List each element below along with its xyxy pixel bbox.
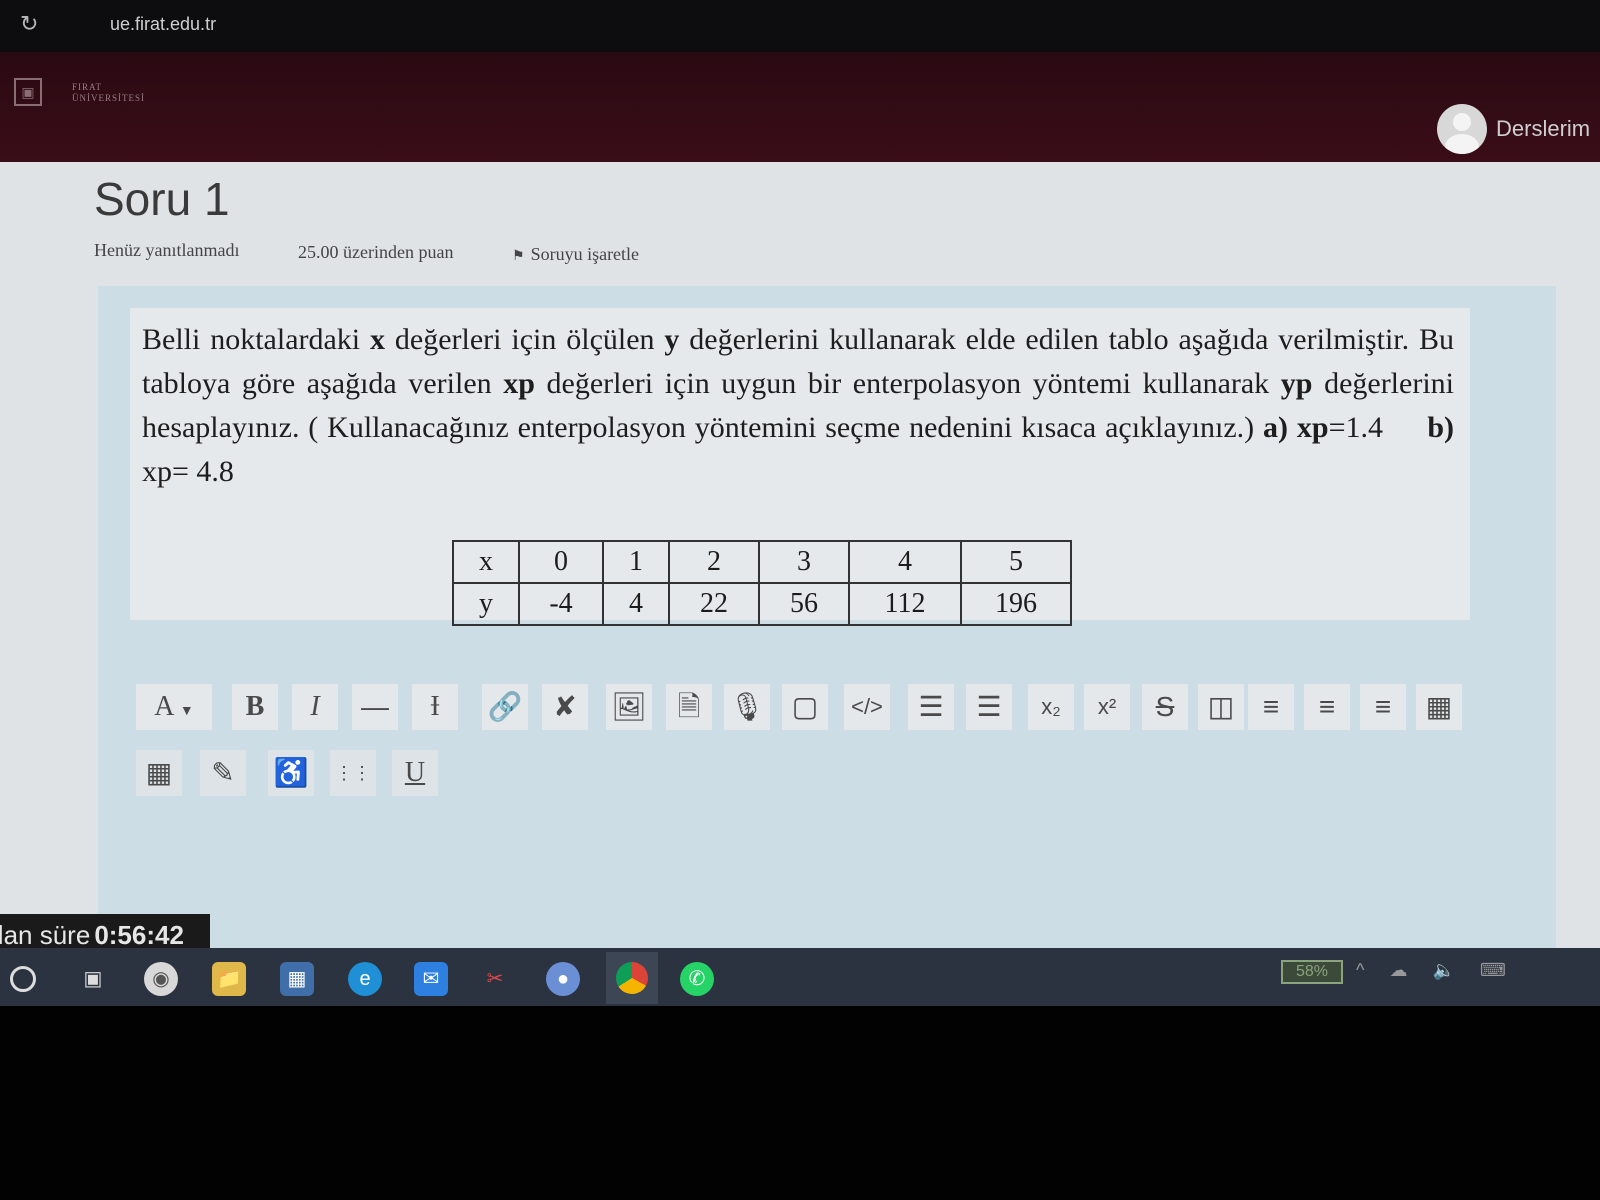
table-cell: -4 (518, 582, 604, 626)
table-cell: x (452, 540, 520, 584)
data-table: x 0 1 2 3 4 5 y -4 4 22 56 112 196 (452, 540, 1072, 626)
search-icon[interactable] (10, 966, 36, 992)
link-icon[interactable]: 🔗 (482, 684, 528, 730)
table-cell: 4 (602, 582, 670, 626)
battery-indicator[interactable]: 58% (1281, 960, 1343, 984)
user-avatar[interactable] (1437, 104, 1487, 154)
question-text-part: değerleri için uygun bir enterpolasyon y… (546, 367, 1270, 400)
image-icon[interactable]: 🖼 (606, 684, 652, 730)
flag-icon: ⚑ (512, 249, 525, 264)
microphone-icon[interactable]: 🎙 (724, 684, 770, 730)
part-a-variable: xp (1296, 411, 1329, 444)
table-cell: 5 (960, 540, 1072, 584)
calculator-icon[interactable]: ▦ (280, 962, 314, 996)
align-left-icon[interactable]: ≡ (1248, 684, 1294, 730)
align-center-icon[interactable]: ≡ (1304, 684, 1350, 730)
align-right-icon[interactable]: ≡ (1360, 684, 1406, 730)
table-cell: y (452, 582, 520, 626)
variable-xp: xp (503, 367, 535, 400)
logo-line-2: ÜNİVERSİTESİ (72, 93, 145, 103)
part-b-variable: xp (142, 455, 172, 488)
variable-y: y (664, 323, 680, 356)
special-characters-icon[interactable]: ⋮⋮ (330, 750, 376, 796)
site-header: ▣ FIRAT ÜNİVERSİTESİ Derslerim (0, 52, 1600, 162)
variable-yp: yp (1280, 367, 1313, 400)
question-text-box: Belli noktalardaki x değerleri için ölçü… (130, 308, 1470, 626)
table-row-y: y -4 4 22 56 112 196 (452, 582, 1072, 626)
html-code-icon[interactable]: </> (844, 684, 890, 730)
quiz-page: Soru 1 Henüz yanıtlanmadı 25.00 üzerinde… (0, 162, 1600, 948)
question-text: Belli noktalardaki x değerleri için ölçü… (142, 318, 1454, 494)
remaining-time-label: Kalan süre (0, 920, 91, 950)
font-style-dropdown[interactable]: A ▼ (136, 684, 212, 730)
video-camera-icon[interactable]: ▢ (782, 684, 828, 730)
columns-icon[interactable]: ◫ (1198, 684, 1244, 730)
reload-icon[interactable]: ↻ (20, 12, 44, 36)
strikethrough-icon[interactable]: S (1142, 684, 1188, 730)
question-text-part: değerleri için ölçülen (394, 323, 655, 356)
font-style-label: A (154, 691, 173, 722)
subscript-button[interactable]: x₂ (1028, 684, 1074, 730)
chrome-browser-icon[interactable] (606, 952, 658, 1004)
snipping-tool-icon[interactable]: ✂ (478, 962, 512, 996)
editor-toolbar: A ▼ B I — Ɨ 🔗 ✘ 🖼 🗎 🎙 ▢ </> ☰ ☰ x₂ x² S … (136, 684, 1496, 804)
answer-area: Belli noktalardaki x değerleri için ölçü… (98, 286, 1556, 948)
table-cell: 2 (668, 540, 760, 584)
media-file-icon[interactable]: 🗎 (666, 684, 712, 730)
table-cell: 4 (848, 540, 962, 584)
edge-browser-icon[interactable]: e (348, 962, 382, 996)
flag-question-label: Soruyu işaretle (530, 244, 640, 264)
bold-button[interactable]: B (232, 684, 278, 730)
windows-taskbar: ▣ ◉ 📁 ▦ e ✉ ✂ ● ✆ 58% ^ ☁ 🔈 ⌨ (0, 948, 1600, 1006)
part-b-value: = 4.8 (172, 455, 234, 488)
university-logo-icon[interactable]: ▣ (14, 78, 42, 106)
table-cell: 1 (602, 540, 670, 584)
unlink-icon[interactable]: ✘ (542, 684, 588, 730)
remaining-time-value: 0:56:42 (94, 920, 184, 950)
whatsapp-icon[interactable]: ✆ (680, 962, 714, 996)
table-cell: 196 (960, 582, 1072, 626)
table-cell: 56 (758, 582, 850, 626)
university-logo-text[interactable]: FIRAT ÜNİVERSİTESİ (72, 82, 145, 104)
url-text[interactable]: ue.firat.edu.tr (110, 14, 216, 35)
superscript-button[interactable]: x² (1084, 684, 1130, 730)
clear-formatting-icon[interactable]: Ɨ (412, 684, 458, 730)
numbered-list-icon[interactable]: ☰ (966, 684, 1012, 730)
spreadsheet-icon[interactable]: ▦ (136, 750, 182, 796)
my-courses-link[interactable]: Derslerim (1496, 116, 1590, 142)
edit-icon[interactable]: ✎ (200, 750, 246, 796)
table-cell: 3 (758, 540, 850, 584)
chevron-down-icon: ▼ (179, 704, 194, 719)
question-text-part: Belli noktalardaki (142, 323, 361, 356)
table-icon[interactable]: ▦ (1416, 684, 1462, 730)
bullet-list-icon[interactable]: ☰ (908, 684, 954, 730)
file-explorer-icon[interactable]: 📁 (212, 962, 246, 996)
question-status: Henüz yanıtlanmadı (94, 240, 240, 260)
screen-bezel (0, 1006, 1600, 1200)
variable-x: x (370, 323, 386, 356)
mail-icon[interactable]: ✉ (414, 962, 448, 996)
table-cell: 112 (848, 582, 962, 626)
table-cell: 22 (668, 582, 760, 626)
table-row-x: x 0 1 2 3 4 5 (452, 540, 1072, 584)
app-icon-2[interactable]: ● (546, 962, 580, 996)
italic-button[interactable]: I (292, 684, 338, 730)
flag-question-link[interactable]: ⚑ Soruyu işaretle (512, 244, 639, 265)
task-view-icon[interactable]: ▣ (76, 962, 110, 996)
underline-button[interactable]: U (392, 750, 438, 796)
horizontal-rule-icon[interactable]: — (352, 684, 398, 730)
question-points: 25.00 üzerinden puan (298, 242, 454, 262)
logo-line-1: FIRAT (72, 82, 103, 92)
accessibility-icon[interactable]: ♿ (268, 750, 314, 796)
system-tray[interactable]: ^ ☁ 🔈 ⌨ (1356, 960, 1516, 981)
question-title: Soru 1 (94, 173, 230, 225)
part-b-label: b) (1427, 411, 1455, 444)
app-icon[interactable]: ◉ (144, 962, 178, 996)
part-a-label: a) (1263, 411, 1289, 444)
table-cell: 0 (518, 540, 604, 584)
browser-address-bar: ↻ ue.firat.edu.tr (0, 0, 1600, 52)
part-a-value: =1.4 (1328, 411, 1384, 444)
